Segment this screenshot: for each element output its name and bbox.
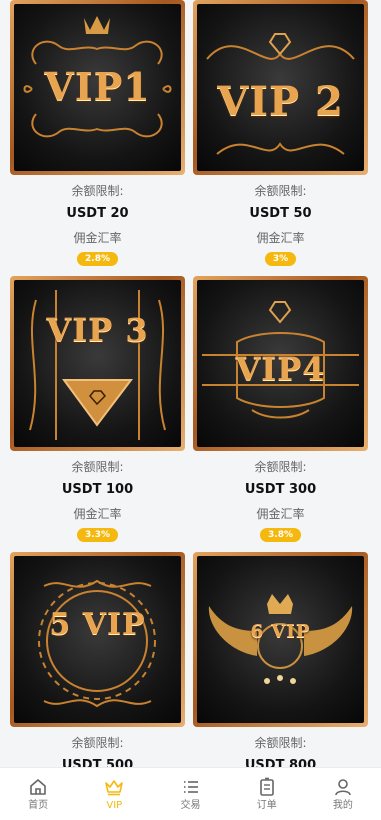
bottom-tab-bar: 首页 VIP 交易 订单 我的 <box>0 767 381 820</box>
vip-card-4[interactable]: VIP4 余额限制: USDT 300 佣金汇率 3.8% <box>193 276 368 542</box>
tab-label: 首页 <box>28 799 49 811</box>
tab-orders[interactable]: 订单 <box>229 768 305 820</box>
vip-badge-image: VIP 2 <box>193 0 368 175</box>
crown-icon <box>105 779 124 795</box>
vip-badge-image: VIP 3 <box>10 276 185 451</box>
limit-label: 余额限制: <box>254 736 307 750</box>
tab-profile[interactable]: 我的 <box>305 768 381 820</box>
rate-label: 佣金汇率 <box>256 507 305 521</box>
vip-card-1[interactable]: VIP1 余额限制: USDT 20 佣金汇率 2.8% <box>10 0 185 266</box>
rate-badge: 3.3% <box>77 528 118 542</box>
tab-label: VIP <box>106 799 123 811</box>
tab-label: 交易 <box>180 799 201 811</box>
rate-badge: 3.8% <box>260 528 301 542</box>
limit-value: USDT 100 <box>61 482 134 497</box>
tab-home[interactable]: 首页 <box>0 768 76 820</box>
limit-label: 余额限制: <box>71 184 124 198</box>
limit-value: USDT 300 <box>244 482 317 497</box>
rate-badge: 3% <box>264 252 297 266</box>
rate-label: 佣金汇率 <box>73 231 122 245</box>
home-icon <box>30 778 46 795</box>
clipboard-icon <box>259 777 274 796</box>
tab-vip[interactable]: VIP <box>76 768 152 820</box>
limit-value: USDT 50 <box>249 206 312 221</box>
vip-badge-image: VIP1 <box>10 0 185 175</box>
tab-label: 订单 <box>256 799 277 811</box>
vip-title: 6 VIP <box>250 621 311 642</box>
vip-title: 5 VIP <box>49 607 146 642</box>
limit-label: 余额限制: <box>71 460 124 474</box>
vip-card-5[interactable]: 5 VIP 余额限制: USDT 500 <box>10 552 185 774</box>
vip-badge-image: 5 VIP <box>10 552 185 727</box>
limit-label: 余额限制: <box>71 736 124 750</box>
limit-value: USDT 20 <box>66 206 129 221</box>
vip-card-2[interactable]: VIP 2 余额限制: USDT 50 佣金汇率 3% <box>193 0 368 266</box>
vip-card-6[interactable]: 6 VIP 余额限制: USDT 800 <box>193 552 368 774</box>
vip-title: VIP 3 <box>46 311 149 349</box>
vip-title: VIP4 <box>235 350 326 388</box>
tab-trade[interactable]: 交易 <box>152 768 228 820</box>
rate-label: 佣金汇率 <box>73 507 122 521</box>
ornament-frame-icon <box>29 290 166 440</box>
tab-label: 我的 <box>332 799 353 811</box>
limit-label: 余额限制: <box>254 184 307 198</box>
vip-badge-image: 6 VIP <box>193 552 368 727</box>
rate-label: 佣金汇率 <box>256 231 305 245</box>
vip-title: VIP1 <box>44 64 151 109</box>
limit-label: 余额限制: <box>254 460 307 474</box>
list-icon <box>183 780 198 793</box>
vip-title: VIP 2 <box>217 78 344 125</box>
vip-card-3[interactable]: VIP 3 余额限制: USDT 100 佣金汇率 3.3% <box>10 276 185 542</box>
user-icon <box>335 778 351 795</box>
rate-badge: 2.8% <box>77 252 118 266</box>
vip-badge-image: VIP4 <box>193 276 368 451</box>
